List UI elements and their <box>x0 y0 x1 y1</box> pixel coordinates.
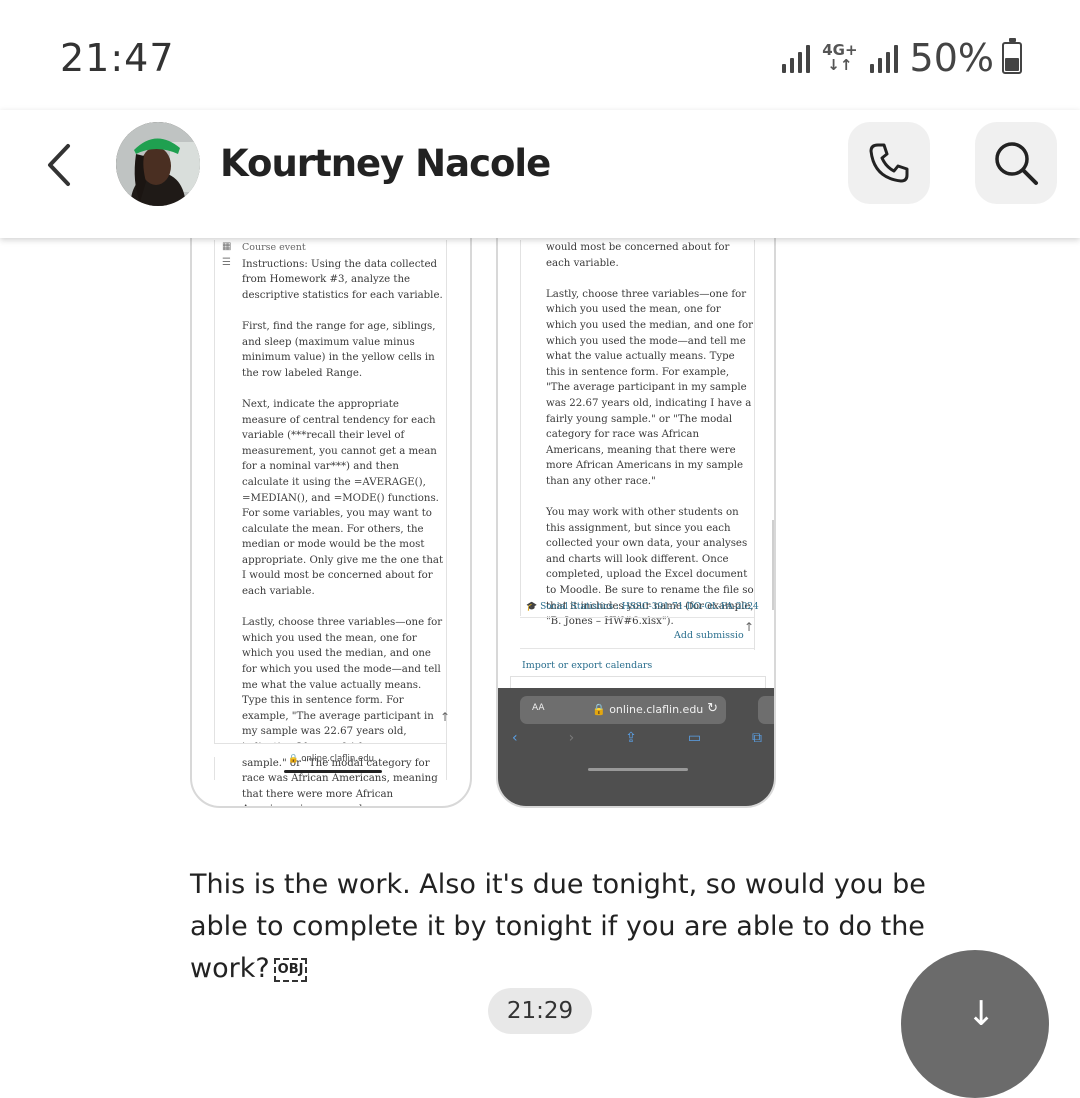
text-size-label: AA <box>532 703 545 713</box>
forward-arrow-icon: › <box>568 730 575 746</box>
address-bar: 🔒 online.claflin.edu <box>288 754 374 764</box>
status-bar: 21:47 4G+ ↓↑ 50% <box>0 0 1080 110</box>
status-time: 21:47 <box>60 36 175 80</box>
tabs-icon: ⧉ <box>752 730 762 746</box>
shared-screenshots[interactable]: ▦ ☰ Course event Instructions: Using the… <box>0 238 1080 818</box>
doc-paragraph: First, find the range for age, siblings,… <box>242 320 436 379</box>
arrow-up-icon: ↑ <box>744 620 755 634</box>
doc-paragraph: Lastly, choose three variables—one for w… <box>546 288 753 487</box>
signal-icon <box>782 43 811 73</box>
doc-paragraph: Instructions: Using the data collected f… <box>242 258 443 301</box>
course-event-label: Course event <box>242 242 306 253</box>
arrow-up-icon: ↑ <box>440 710 451 724</box>
graduation-cap-icon: 🎓 <box>526 602 541 612</box>
doc-paragraph: Next, indicate the appropriate measure o… <box>242 398 444 598</box>
search-button[interactable] <box>975 122 1057 204</box>
message-text[interactable]: This is the work. Also it's due tonight,… <box>190 864 990 990</box>
battery-percent: 50% <box>909 36 994 80</box>
doc-paragraph: Lastly, choose three variables—one for w… <box>242 617 443 806</box>
back-arrow-icon: ‹ <box>512 730 518 746</box>
battery-icon <box>1002 38 1022 74</box>
calendar-icon: ▦ <box>222 241 232 252</box>
home-indicator <box>588 768 688 771</box>
status-icons: 4G+ ↓↑ 50% <box>782 36 1022 80</box>
chevron-left-icon <box>48 144 70 186</box>
phone-icon <box>869 143 909 183</box>
browser-url: 🔒 online.claflin.edu <box>592 703 704 716</box>
back-button[interactable] <box>40 140 80 190</box>
add-submission-link: Add submissio <box>674 630 744 641</box>
contact-name[interactable]: Kourtney Nacole <box>220 142 551 185</box>
screenshot-right[interactable]: would most be concerned about for each v… <box>496 238 776 808</box>
browser-url-bar: AA 🔒 online.claflin.edu ↻ <box>520 696 726 724</box>
chat-header: Kourtney Nacole <box>0 110 1080 238</box>
browser-toolbar: AA 🔒 online.claflin.edu ↻ ‹ › ⇪ ▭ ⧉ <box>498 688 774 806</box>
signal-icon-2 <box>869 43 898 73</box>
assignment-text-right: would most be concerned about for each v… <box>546 240 754 645</box>
message-timestamp: 21:29 <box>488 988 592 1034</box>
object-replacement-char: OBJ <box>273 958 308 982</box>
text-lines-icon: ☰ <box>222 257 231 268</box>
share-icon: ⇪ <box>625 730 637 746</box>
avatar-image <box>116 122 200 206</box>
course-link: 🎓 Social Statistics : HSSC-391-71-DO-OL-… <box>526 602 759 612</box>
assignment-text-left: Course event Instructions: Using the dat… <box>242 240 446 806</box>
bookmarks-icon: ▭ <box>687 730 702 746</box>
import-export-link: Import or export calendars <box>522 660 653 671</box>
doc-paragraph: would most be concerned about for each v… <box>546 242 730 269</box>
arrow-down-icon: ↓ <box>967 994 996 1034</box>
home-indicator <box>284 770 382 773</box>
screenshot-left[interactable]: ▦ ☰ Course event Instructions: Using the… <box>190 238 472 808</box>
network-type-icon: 4G+ ↓↑ <box>822 41 858 74</box>
reload-icon: ↻ <box>707 701 718 716</box>
scroll-down-button[interactable]: ↓ <box>901 950 1049 1098</box>
search-icon <box>995 142 1038 185</box>
avatar[interactable] <box>116 122 200 206</box>
call-button[interactable] <box>848 122 930 204</box>
